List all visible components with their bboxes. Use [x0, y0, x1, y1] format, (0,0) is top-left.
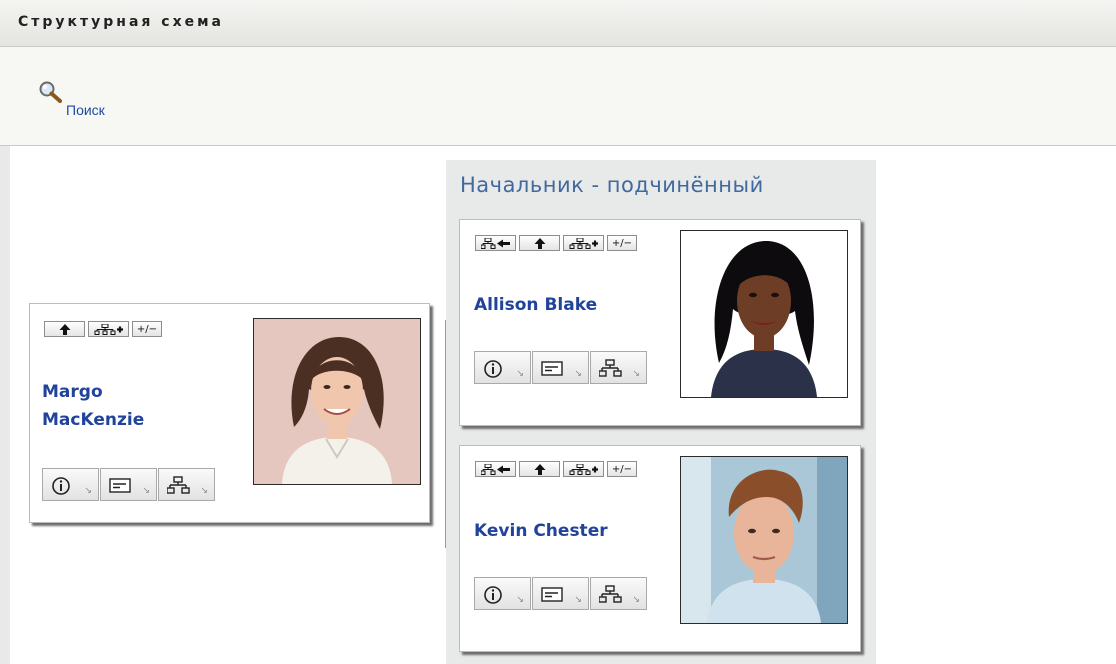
person-card-margo: +/− Margo MacKenzie ↘ ↘ ↘ [29, 303, 430, 523]
magnifier-icon [39, 81, 62, 103]
toggle-button[interactable]: +/− [607, 461, 637, 477]
toggle-label: +/− [611, 237, 633, 249]
org-chart-icon [599, 585, 622, 603]
toolbar: Поиск [0, 47, 1116, 146]
search-link-label[interactable]: Поиск [66, 102, 105, 118]
arrow-up-icon [534, 237, 545, 249]
org-expand-icon [569, 463, 598, 475]
email-icon [541, 587, 563, 602]
person-name-last[interactable]: MacKenzie [42, 406, 144, 434]
org-expand-icon [94, 323, 123, 335]
toggle-label: +/− [136, 323, 158, 335]
left-scroll-strip [0, 146, 10, 664]
go-to-manager-button[interactable] [475, 461, 516, 477]
person-name[interactable]: Kevin Chester [474, 517, 608, 545]
org-chart-button[interactable]: ↘ [158, 468, 215, 501]
person-card-allison: +/− Allison Blake ↘ ↘ ↘ [459, 219, 861, 426]
toggle-label: +/− [611, 463, 633, 475]
expand-subordinates-button[interactable] [88, 321, 129, 337]
dropdown-arrow-icon: ↘ [574, 595, 582, 605]
dropdown-arrow-icon: ↘ [516, 595, 524, 605]
dropdown-arrow-icon: ↘ [142, 486, 150, 496]
email-button[interactable]: ↘ [100, 468, 157, 501]
panel-title: Начальник - подчинённый [460, 173, 764, 197]
toggle-button[interactable]: +/− [607, 235, 637, 251]
org-up-icon [480, 463, 510, 475]
person-photo-allison[interactable] [680, 230, 848, 398]
expand-subordinates-button[interactable] [563, 235, 604, 251]
person-name-first[interactable]: Margo [42, 378, 144, 406]
org-chart-icon [599, 359, 622, 377]
org-chart-button[interactable]: ↘ [590, 577, 647, 610]
go-to-manager-button[interactable] [475, 235, 516, 251]
expand-subordinates-button[interactable] [563, 461, 604, 477]
person-photo-margo[interactable] [253, 318, 421, 485]
dropdown-arrow-icon: ↘ [84, 486, 92, 496]
arrow-up-icon [59, 323, 70, 335]
move-up-button[interactable] [519, 461, 560, 477]
dropdown-arrow-icon: ↘ [200, 486, 208, 496]
person-name[interactable]: Allison Blake [474, 291, 597, 319]
dropdown-arrow-icon: ↘ [574, 369, 582, 379]
org-up-icon [480, 237, 510, 249]
person-card-kevin: +/− Kevin Chester ↘ ↘ ↘ [459, 445, 861, 652]
email-icon [109, 478, 131, 493]
email-button[interactable]: ↘ [532, 351, 589, 384]
info-icon [484, 360, 502, 378]
move-up-button[interactable] [519, 235, 560, 251]
info-icon [484, 586, 502, 604]
org-chart-button[interactable]: ↘ [590, 351, 647, 384]
org-expand-icon [569, 237, 598, 249]
dropdown-arrow-icon: ↘ [632, 369, 640, 379]
email-button[interactable]: ↘ [532, 577, 589, 610]
info-button[interactable]: ↘ [474, 577, 531, 610]
search-link[interactable]: Поиск [38, 80, 148, 120]
email-icon [541, 361, 563, 376]
info-button[interactable]: ↘ [474, 351, 531, 384]
toggle-button[interactable]: +/− [132, 321, 162, 337]
dropdown-arrow-icon: ↘ [516, 369, 524, 379]
person-photo-kevin[interactable] [680, 456, 848, 624]
dropdown-arrow-icon: ↘ [632, 595, 640, 605]
page-title: Структурная схема [18, 14, 224, 30]
move-up-button[interactable] [44, 321, 85, 337]
info-icon [52, 477, 70, 495]
info-button[interactable]: ↘ [42, 468, 99, 501]
arrow-up-icon [534, 463, 545, 475]
org-chart-icon [167, 476, 190, 494]
portlet-title-bar: Структурная схема [0, 0, 1116, 47]
